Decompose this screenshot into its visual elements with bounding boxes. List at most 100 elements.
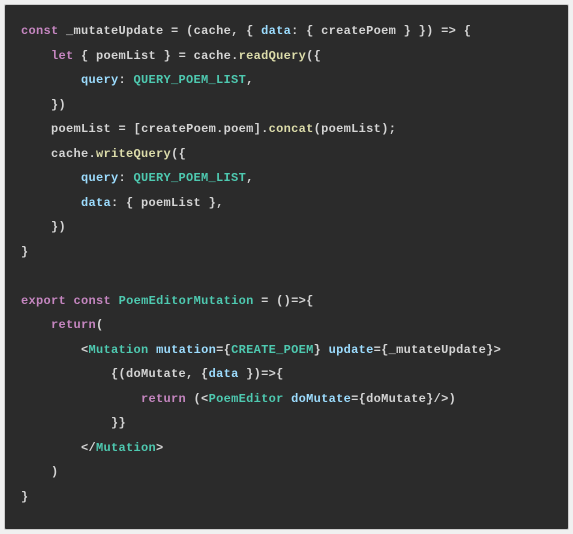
code-line: }} xyxy=(21,411,556,436)
code-token: () xyxy=(269,294,292,308)
code-token: = xyxy=(171,24,179,38)
code-token: QUERY_POEM_LIST xyxy=(134,171,247,185)
code-line xyxy=(21,264,556,289)
code-line: }) xyxy=(21,93,556,118)
code-token: createPoem xyxy=(141,122,216,136)
code-token: ({ xyxy=(171,147,186,161)
code-token: }, xyxy=(201,196,224,210)
code-token: data xyxy=(209,367,239,381)
code-token: query xyxy=(81,73,119,87)
code-token: poemList xyxy=(321,122,381,136)
code-token: => xyxy=(441,24,456,38)
code-token xyxy=(66,294,74,308)
code-token: Mutation xyxy=(96,441,156,455)
code-token xyxy=(111,294,119,308)
code-token: . xyxy=(89,147,97,161)
code-token: = xyxy=(119,122,127,136)
code-token: : { xyxy=(291,24,321,38)
code-token: > xyxy=(156,441,164,455)
code-line: export const PoemEditorMutation = ()=>{ xyxy=(21,289,556,314)
code-token: QUERY_POEM_LIST xyxy=(134,73,247,87)
code-token: doMutate xyxy=(126,367,186,381)
code-token: const xyxy=(21,24,59,38)
code-token: }) xyxy=(51,220,66,234)
code-token: }/>) xyxy=(426,392,456,406)
code-token: [ xyxy=(126,122,141,136)
code-token: CREATE_POEM xyxy=(231,343,314,357)
code-token: , { xyxy=(231,24,261,38)
code-token: ={ xyxy=(216,343,231,357)
code-token: } xyxy=(314,343,329,357)
code-line: query: QUERY_POEM_LIST, xyxy=(21,166,556,191)
code-token xyxy=(21,269,29,283)
code-token: { xyxy=(74,49,97,63)
code-token: doMutate xyxy=(366,392,426,406)
code-token: cache xyxy=(194,49,232,63)
code-token: => xyxy=(261,367,276,381)
code-token: PoemEditorMutation xyxy=(119,294,254,308)
code-token: PoemEditor xyxy=(209,392,284,406)
code-line: query: QUERY_POEM_LIST, xyxy=(21,68,556,93)
code-token xyxy=(284,392,292,406)
code-token: query xyxy=(81,171,119,185)
code-line: <Mutation mutation={CREATE_POEM} update=… xyxy=(21,338,556,363)
code-token: , { xyxy=(186,367,209,381)
code-token: doMutate xyxy=(291,392,351,406)
code-token: } xyxy=(156,49,179,63)
code-token: concat xyxy=(269,122,314,136)
code-line: let { poemList } = cache.readQuery({ xyxy=(21,44,556,69)
code-token: let xyxy=(51,49,74,63)
code-line: cache.writeQuery({ xyxy=(21,142,556,167)
code-line: } xyxy=(21,485,556,510)
code-token: readQuery xyxy=(239,49,307,63)
code-token: }} xyxy=(111,416,126,430)
code-token: mutation xyxy=(156,343,216,357)
code-token: , xyxy=(246,73,254,87)
code-token: . xyxy=(231,49,239,63)
code-token: } xyxy=(21,245,29,259)
code-token: : xyxy=(119,171,134,185)
code-token: ) xyxy=(51,465,59,479)
code-token: . xyxy=(216,122,224,136)
code-token: data xyxy=(261,24,291,38)
code-line: const _mutateUpdate = (cache, { data: { … xyxy=(21,19,556,44)
code-line: {(doMutate, {data })=>{ xyxy=(21,362,556,387)
code-token: _mutateUpdate xyxy=(389,343,487,357)
code-token xyxy=(254,294,262,308)
code-block: const _mutateUpdate = (cache, { data: { … xyxy=(4,4,569,530)
code-token xyxy=(149,343,157,357)
code-token: poem xyxy=(224,122,254,136)
code-token: }) xyxy=(239,367,262,381)
code-token: ]. xyxy=(254,122,269,136)
code-token: ); xyxy=(381,122,396,136)
code-token: </ xyxy=(81,441,96,455)
code-line: return( xyxy=(21,313,556,338)
code-token: poemList xyxy=(96,49,156,63)
code-token: _mutateUpdate xyxy=(59,24,172,38)
code-token: , xyxy=(246,171,254,185)
code-token: data xyxy=(81,196,111,210)
code-line: poemList = [createPoem.poem].concat(poem… xyxy=(21,117,556,142)
code-line: ) xyxy=(21,460,556,485)
code-token xyxy=(186,49,194,63)
code-line: return (<PoemEditor doMutate={doMutate}/… xyxy=(21,387,556,412)
code-token: ( xyxy=(179,24,194,38)
code-token: writeQuery xyxy=(96,147,171,161)
code-token: poemList xyxy=(51,122,111,136)
code-token: }> xyxy=(486,343,501,357)
code-token: } }) xyxy=(396,24,441,38)
code-token: } xyxy=(21,490,29,504)
code-token: ={ xyxy=(351,392,366,406)
code-token: < xyxy=(81,343,89,357)
code-token: update xyxy=(329,343,374,357)
code-line: </Mutation> xyxy=(21,436,556,461)
code-token: cache xyxy=(194,24,232,38)
code-token: poemList xyxy=(141,196,201,210)
code-token: ( xyxy=(96,318,104,332)
code-token: = xyxy=(179,49,187,63)
code-token: {( xyxy=(111,367,126,381)
code-token: : { xyxy=(111,196,141,210)
code-token: : xyxy=(119,73,134,87)
code-token: { xyxy=(276,367,284,381)
code-token xyxy=(111,122,119,136)
